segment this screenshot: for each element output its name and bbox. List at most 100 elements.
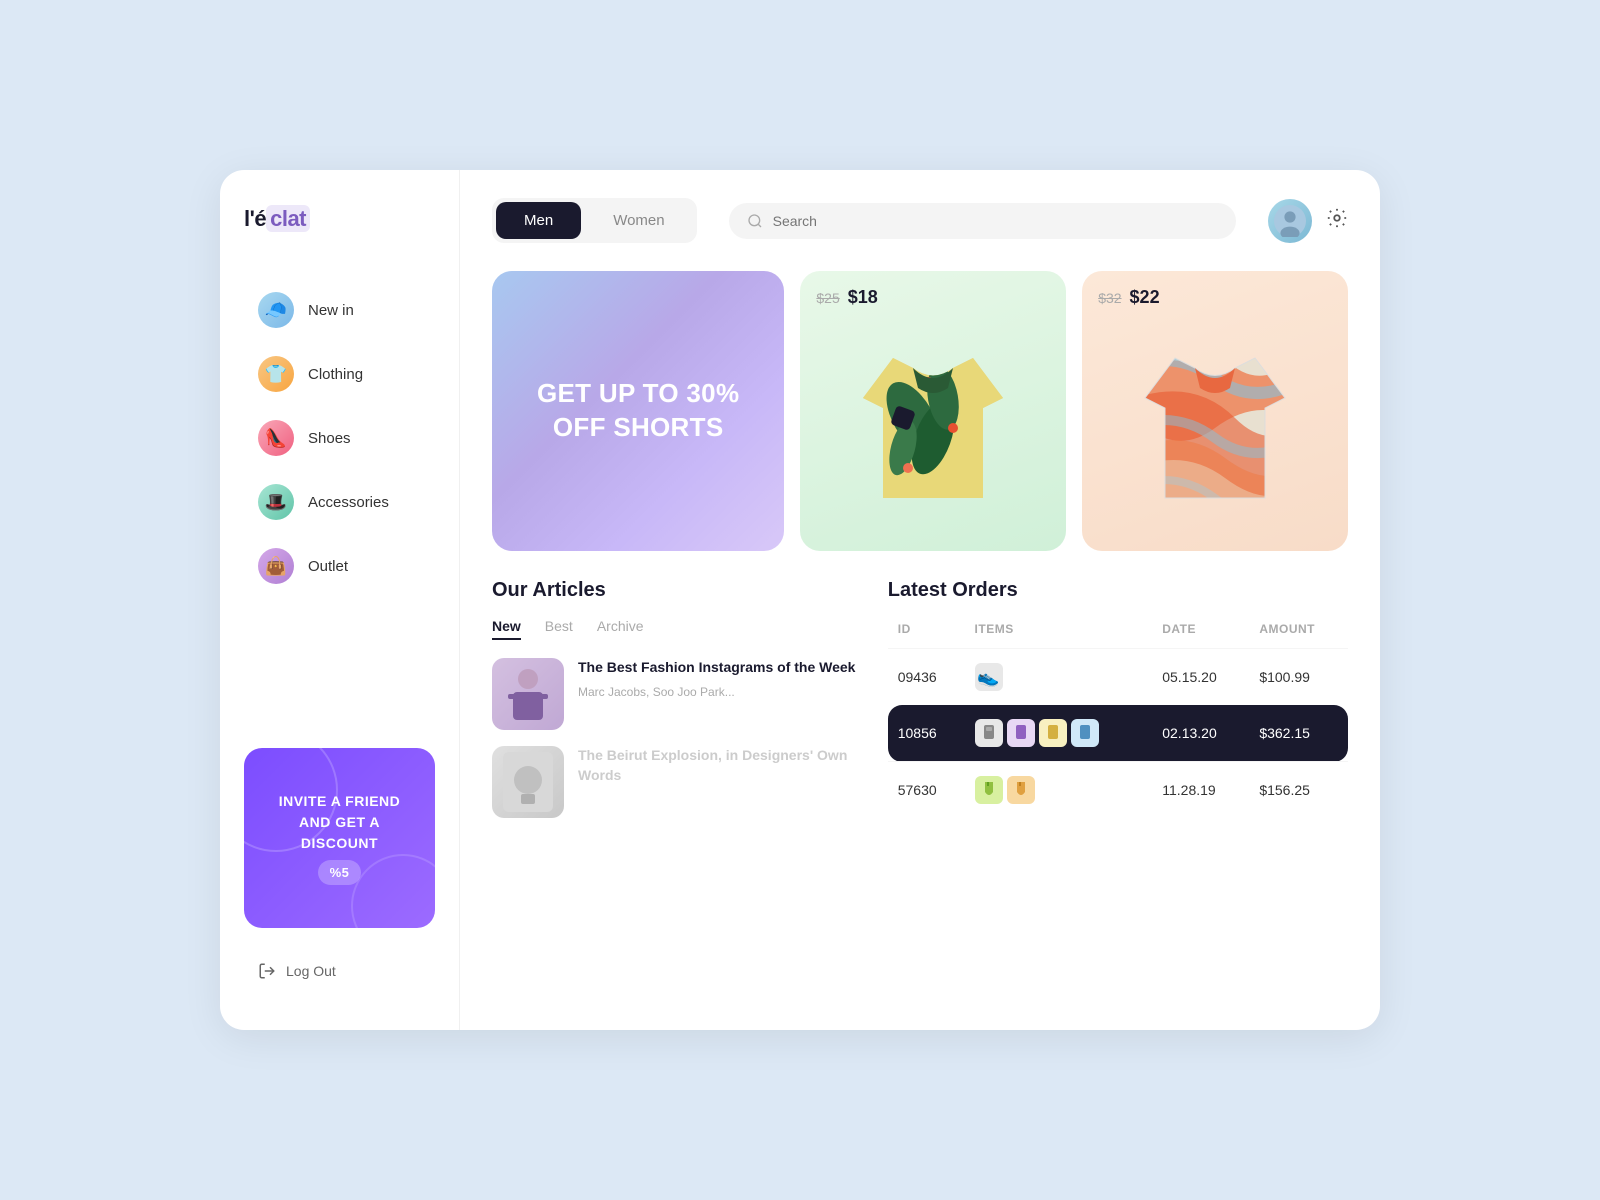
order-row-2[interactable]: 10856 xyxy=(888,705,1348,762)
order-amount-1: $100.99 xyxy=(1249,649,1348,706)
new-in-icon: 🧢 xyxy=(258,292,294,328)
item-icon-3b xyxy=(1014,782,1028,798)
sidebar-item-shoes[interactable]: 👠 Shoes xyxy=(244,408,435,468)
tab-women[interactable]: Women xyxy=(585,202,692,239)
bottom-section: Our Articles New Best Archive xyxy=(492,579,1348,834)
article-tab-archive[interactable]: Archive xyxy=(597,618,644,640)
avatar-image xyxy=(1274,205,1306,237)
sidebar-item-accessories[interactable]: 🎩 Accessories xyxy=(244,472,435,532)
hero-banner-text: GET UP TO 30% OFF SHORTS xyxy=(522,377,754,445)
price-new-1: $18 xyxy=(848,287,878,308)
shirt-svg-1 xyxy=(853,338,1013,518)
price-tag-1: $25 $18 xyxy=(816,287,1050,308)
article-content-2: The Beirut Explosion, in Designers' Own … xyxy=(578,746,864,791)
price-old-2: $32 xyxy=(1098,290,1121,306)
order-items-3 xyxy=(965,762,1153,819)
col-items: ITEMS xyxy=(965,622,1153,649)
item-icon-2a xyxy=(982,725,996,741)
order-date-1: 05.15.20 xyxy=(1152,649,1249,706)
order-id-2: 10856 xyxy=(888,705,965,762)
order-items-preview-3 xyxy=(975,776,1143,804)
item-icon-2c xyxy=(1046,725,1060,741)
item-chip-3b xyxy=(1007,776,1035,804)
articles-heading: Our Articles xyxy=(492,579,864,602)
order-items-1: 👟 xyxy=(965,649,1153,706)
avatar xyxy=(1268,199,1312,243)
col-date: DATE xyxy=(1152,622,1249,649)
sidebar-item-label-shoes: Shoes xyxy=(308,430,351,447)
promo-card[interactable]: INVITE A FRIEND AND GET A DISCOUNT %5 xyxy=(244,748,435,928)
logout-icon xyxy=(258,962,276,980)
orders-table-body: 09436 👟 05.15.20 $100.99 xyxy=(888,649,1348,819)
orders-section: Latest Orders ID ITEMS DATE AMOUNT 09436 xyxy=(888,579,1348,834)
col-amount: AMOUNT xyxy=(1249,622,1348,649)
sidebar-item-label-clothing: Clothing xyxy=(308,366,363,383)
accessories-icon: 🎩 xyxy=(258,484,294,520)
hero-section: GET UP TO 30% OFF SHORTS $25 $18 xyxy=(492,271,1348,551)
settings-icon[interactable] xyxy=(1326,207,1348,235)
article-item-2[interactable]: The Beirut Explosion, in Designers' Own … xyxy=(492,746,864,818)
product-card-1[interactable]: $25 $18 xyxy=(800,271,1066,551)
nav-menu: 🧢 New in 👕 Clothing 👠 Shoes 🎩 Accessorie… xyxy=(244,280,435,724)
shirt-svg-2 xyxy=(1135,338,1295,518)
article-item-1[interactable]: The Best Fashion Instagrams of the Week … xyxy=(492,658,864,730)
order-date-3: 11.28.19 xyxy=(1152,762,1249,819)
article-title-1: The Best Fashion Instagrams of the Week xyxy=(578,658,855,678)
promo-line3: DISCOUNT xyxy=(279,833,401,854)
item-icon-2b xyxy=(1014,725,1028,741)
app-container: l'éclat 🧢 New in 👕 Clothing 👠 Shoes 🎩 Ac… xyxy=(220,170,1380,1030)
tab-men[interactable]: Men xyxy=(496,202,581,239)
header-actions xyxy=(1268,199,1348,243)
article-image-1 xyxy=(503,664,553,724)
price-new-2: $22 xyxy=(1130,287,1160,308)
shoe-emoji: 👟 xyxy=(977,667,999,688)
article-tab-best[interactable]: Best xyxy=(545,618,573,640)
promo-line2: AND GET A xyxy=(279,812,401,833)
sidebar-item-label-new-in: New in xyxy=(308,302,354,319)
product-image-1 xyxy=(816,320,1050,535)
search-bar xyxy=(729,203,1236,239)
logo-highlight: clat xyxy=(266,205,310,232)
order-items-2 xyxy=(965,705,1153,762)
order-id-3: 57630 xyxy=(888,762,965,819)
promo-line1: INVITE A FRIEND xyxy=(279,791,401,812)
sidebar-item-clothing[interactable]: 👕 Clothing xyxy=(244,344,435,404)
order-items-preview-1: 👟 xyxy=(975,663,1143,691)
product-image-2 xyxy=(1098,320,1332,535)
order-amount-3: $156.25 xyxy=(1249,762,1348,819)
item-chip-2c xyxy=(1039,719,1067,747)
item-chip-2a xyxy=(975,719,1003,747)
orders-heading: Latest Orders xyxy=(888,579,1348,602)
price-tag-2: $32 $22 xyxy=(1098,287,1332,308)
main-content: Men Women xyxy=(460,170,1380,1030)
sidebar-item-outlet[interactable]: 👜 Outlet xyxy=(244,536,435,596)
sidebar: l'éclat 🧢 New in 👕 Clothing 👠 Shoes 🎩 Ac… xyxy=(220,170,460,1030)
orders-table-head: ID ITEMS DATE AMOUNT xyxy=(888,622,1348,649)
article-tabs: New Best Archive xyxy=(492,618,864,640)
shoes-icon: 👠 xyxy=(258,420,294,456)
article-thumb-2 xyxy=(492,746,564,818)
header: Men Women xyxy=(492,198,1348,243)
order-row-1[interactable]: 09436 👟 05.15.20 $100.99 xyxy=(888,649,1348,706)
item-icon-3a xyxy=(982,782,996,798)
sidebar-item-label-outlet: Outlet xyxy=(308,558,348,575)
search-input[interactable] xyxy=(773,213,1218,229)
sidebar-item-new-in[interactable]: 🧢 New in xyxy=(244,280,435,340)
product-card-2[interactable]: $32 $22 xyxy=(1082,271,1348,551)
item-chip-2b xyxy=(1007,719,1035,747)
hero-banner[interactable]: GET UP TO 30% OFF SHORTS xyxy=(492,271,784,551)
order-id-1: 09436 xyxy=(888,649,965,706)
sidebar-item-label-accessories: Accessories xyxy=(308,494,389,511)
promo-text: INVITE A FRIEND AND GET A DISCOUNT %5 xyxy=(279,791,401,886)
order-items-preview-2 xyxy=(975,719,1143,747)
price-old-1: $25 xyxy=(816,290,839,306)
item-chip-shoe: 👟 xyxy=(975,663,1003,691)
promo-badge: %5 xyxy=(318,860,362,886)
order-row-3[interactable]: 57630 xyxy=(888,762,1348,819)
article-thumb-1 xyxy=(492,658,564,730)
outlet-icon: 👜 xyxy=(258,548,294,584)
article-tab-new[interactable]: New xyxy=(492,618,521,640)
order-date-2: 02.13.20 xyxy=(1152,705,1249,762)
item-chip-2d xyxy=(1071,719,1099,747)
logout-button[interactable]: Log Out xyxy=(244,948,435,994)
